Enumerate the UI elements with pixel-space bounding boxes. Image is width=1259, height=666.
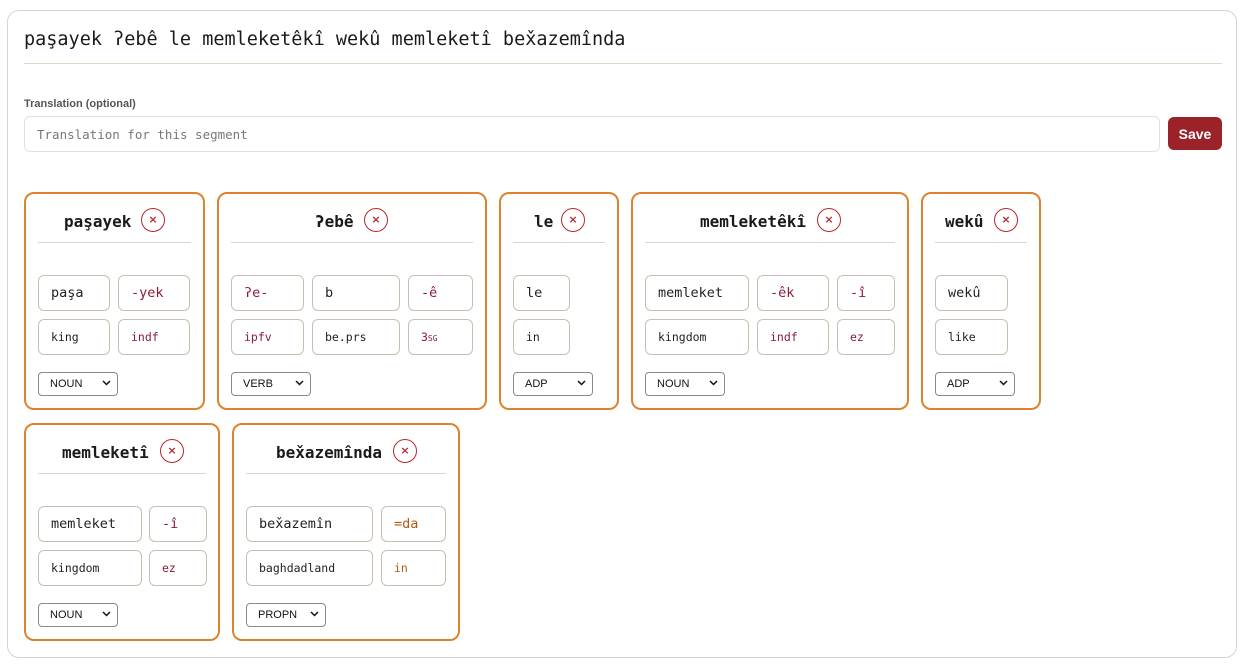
token-word: ʔebê <box>315 212 354 231</box>
card-divider <box>935 242 1027 243</box>
morph-form-field[interactable]: b <box>312 275 400 311</box>
chevron-down-icon <box>999 380 1008 386</box>
token-word: paşayek <box>64 212 132 231</box>
chevron-down-icon <box>295 380 304 386</box>
pos-value: NOUN <box>50 609 83 621</box>
morph-gloss-field[interactable]: indf <box>118 319 190 355</box>
chevron-down-icon <box>310 611 319 617</box>
card-divider <box>38 242 191 243</box>
morph-form-field[interactable]: paşa <box>38 275 110 311</box>
token-card: memleketêkî × memleket -êk -î kingdom in… <box>631 192 909 410</box>
morph-gloss-field[interactable]: kingdom <box>645 319 749 355</box>
morph-form-field[interactable]: -î <box>837 275 895 311</box>
translation-label: Translation (optional) <box>24 98 136 110</box>
morph-form-field[interactable]: memleket <box>38 506 142 542</box>
morph-form-field[interactable]: memleket <box>645 275 749 311</box>
token-word: le <box>534 212 554 231</box>
pos-select[interactable]: VERB <box>231 372 311 396</box>
morph-gloss-field[interactable]: baghdadland <box>246 550 373 586</box>
header-divider <box>24 63 1222 64</box>
card-divider <box>513 242 605 243</box>
token-card: le × le in ADP <box>499 192 619 410</box>
card-divider <box>246 473 446 474</box>
token-word: memleketî <box>62 443 149 462</box>
chevron-down-icon <box>577 380 586 386</box>
card-divider <box>231 242 473 243</box>
token-card: wekû × wekû like ADP <box>921 192 1041 410</box>
morph-gloss-field[interactable]: 3sg <box>408 319 473 355</box>
delete-token-icon[interactable]: × <box>364 208 388 232</box>
morph-gloss-field[interactable]: ipfv <box>231 319 304 355</box>
morph-form-field[interactable]: bex̌azemîn <box>246 506 373 542</box>
morph-gloss-field[interactable]: indf <box>757 319 829 355</box>
morph-form-field[interactable]: wekû <box>935 275 1008 311</box>
card-divider <box>645 242 895 243</box>
token-card: paşayek × paşa -yek king indf NOUN <box>24 192 205 410</box>
chevron-down-icon <box>102 380 111 386</box>
pos-value: ADP <box>525 378 548 390</box>
delete-token-icon[interactable]: × <box>393 439 417 463</box>
delete-token-icon[interactable]: × <box>141 208 165 232</box>
morph-form-field[interactable]: -ê <box>408 275 473 311</box>
chevron-down-icon <box>102 611 111 617</box>
chevron-down-icon <box>709 380 718 386</box>
morph-form-field[interactable]: -yek <box>118 275 190 311</box>
pos-value: NOUN <box>50 378 83 390</box>
pos-select[interactable]: ADP <box>513 372 593 396</box>
segment-text: paşayek ʔebê le memleketêkî wekû memleke… <box>24 29 626 50</box>
token-card: ʔebê × ʔe- b -ê ipfv be.prs 3sg VERB <box>217 192 487 410</box>
morph-gloss-field[interactable]: like <box>935 319 1008 355</box>
pos-value: NOUN <box>657 378 690 390</box>
translation-input[interactable] <box>24 116 1160 152</box>
morph-gloss-field[interactable]: in <box>513 319 570 355</box>
morph-form-field[interactable]: -êk <box>757 275 829 311</box>
delete-token-icon[interactable]: × <box>817 208 841 232</box>
pos-select[interactable]: NOUN <box>645 372 725 396</box>
token-word: wekû <box>945 212 984 231</box>
pos-value: PROPN <box>258 609 298 621</box>
pos-select[interactable]: NOUN <box>38 603 118 627</box>
morph-form-field[interactable]: le <box>513 275 570 311</box>
morph-gloss-field[interactable]: kingdom <box>38 550 142 586</box>
token-card: bex̌azemînda × bex̌azemîn =da baghdadlan… <box>232 423 460 641</box>
delete-token-icon[interactable]: × <box>561 208 585 232</box>
delete-token-icon[interactable]: × <box>994 208 1018 232</box>
save-button[interactable]: Save <box>1168 117 1222 150</box>
pos-value: VERB <box>243 378 273 390</box>
pos-select[interactable]: ADP <box>935 372 1015 396</box>
token-word: bex̌azemînda <box>276 443 382 462</box>
morph-gloss-field[interactable]: king <box>38 319 110 355</box>
token-card: memleketî × memleket -î kingdom ez NOUN <box>24 423 220 641</box>
delete-token-icon[interactable]: × <box>160 439 184 463</box>
card-divider <box>38 473 206 474</box>
token-word: memleketêkî <box>700 212 806 231</box>
morph-gloss-field[interactable]: in <box>381 550 446 586</box>
morph-form-field[interactable]: =da <box>381 506 446 542</box>
pos-select[interactable]: NOUN <box>38 372 118 396</box>
morph-form-field[interactable]: -î <box>149 506 207 542</box>
pos-value: ADP <box>947 378 970 390</box>
morph-gloss-field[interactable]: ez <box>837 319 895 355</box>
morph-form-field[interactable]: ʔe- <box>231 275 304 311</box>
pos-select[interactable]: PROPN <box>246 603 326 627</box>
morph-gloss-field[interactable]: be.prs <box>312 319 400 355</box>
morph-gloss-field[interactable]: ez <box>149 550 207 586</box>
